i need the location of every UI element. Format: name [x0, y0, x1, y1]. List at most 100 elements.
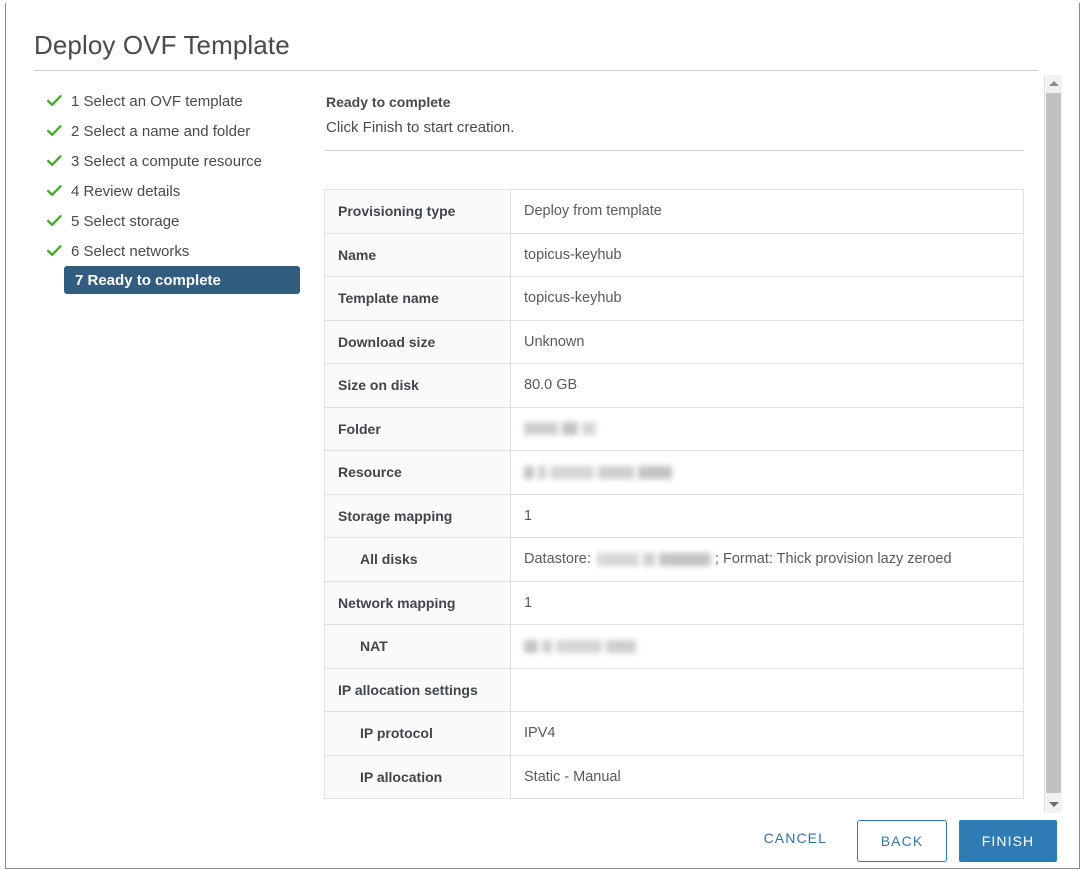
table-row: Download size Unknown: [324, 319, 1024, 364]
table-row: Size on disk 80.0 GB: [324, 363, 1024, 408]
row-value: 1: [510, 493, 1024, 538]
table-row: Template name topicus-keyhub: [324, 276, 1024, 321]
table-row: Folder: [324, 406, 1024, 451]
row-value: Unknown: [510, 319, 1024, 364]
cancel-button[interactable]: CANCEL: [748, 820, 843, 856]
row-value: 1: [510, 580, 1024, 625]
table-row: IP allocation Static - Manual: [324, 754, 1024, 799]
row-label: IP allocation: [324, 754, 511, 799]
row-label: IP protocol: [324, 711, 511, 756]
redacted-block: [538, 465, 546, 479]
table-row: NAT: [324, 624, 1024, 669]
row-label: Provisioning type: [324, 189, 511, 234]
sidebar-step-label: 7 Ready to complete: [75, 271, 221, 289]
row-label: IP allocation settings: [324, 667, 511, 712]
row-value-redacted: [510, 450, 1024, 495]
check-icon: [47, 95, 67, 107]
sidebar-step-label: 3 Select a compute resource: [71, 152, 262, 170]
row-value: topicus-keyhub: [510, 232, 1024, 277]
table-row: Storage mapping 1: [324, 493, 1024, 538]
content-scrollbar[interactable]: [1044, 75, 1062, 813]
row-value-redacted: [510, 624, 1024, 669]
dialog-header: Deploy OVF Template: [6, 3, 1079, 71]
sidebar-step-1-select-an-ovf-template[interactable]: 1 Select an OVF template: [39, 86, 309, 116]
content-divider: [324, 150, 1024, 151]
content-subheading: Click Finish to start creation.: [326, 119, 515, 136]
row-label: Template name: [324, 276, 511, 321]
sidebar-step-label: 1 Select an OVF template: [71, 92, 243, 110]
row-value: IPV4: [510, 711, 1024, 756]
redacted-block: [606, 639, 636, 653]
redacted-block: [524, 422, 558, 436]
redacted-block: [556, 639, 602, 653]
chevron-down-icon: [1048, 802, 1059, 807]
table-row: IP protocol IPV4: [324, 711, 1024, 756]
redacted-block: [542, 639, 552, 653]
check-icon: [47, 185, 67, 197]
table-row: Provisioning type Deploy from template: [324, 189, 1024, 234]
row-value: 80.0 GB: [510, 363, 1024, 408]
redacted-block: [596, 552, 639, 566]
row-value: Static - Manual: [510, 754, 1024, 799]
redacted-block: [642, 552, 655, 566]
table-row: IP allocation settings: [324, 667, 1024, 712]
redacted-block: [524, 639, 538, 653]
redacted-block: [658, 552, 711, 566]
summary-table-body: Provisioning type Deploy from template N…: [324, 189, 1024, 799]
row-label: NAT: [324, 624, 511, 669]
footer-button-group: CANCEL BACK FINISH: [748, 820, 1057, 862]
wizard-step-list: 1 Select an OVF template 2 Select a name…: [39, 86, 309, 294]
sidebar-step-3-select-a-compute-resource[interactable]: 3 Select a compute resource: [39, 146, 309, 176]
sidebar-step-7-ready-to-complete[interactable]: 7 Ready to complete: [64, 266, 300, 294]
sidebar-step-5-select-storage[interactable]: 5 Select storage: [39, 206, 309, 236]
dialog-footer: CANCEL BACK FINISH: [6, 810, 1079, 868]
table-row: Name topicus-keyhub: [324, 232, 1024, 277]
scroll-up-button[interactable]: [1045, 75, 1062, 92]
redacted-block: [524, 465, 534, 479]
row-label: Download size: [324, 319, 511, 364]
header-divider: [34, 70, 1038, 71]
row-label: Name: [324, 232, 511, 277]
scrollbar-thumb[interactable]: [1046, 93, 1061, 793]
finish-button[interactable]: FINISH: [959, 820, 1057, 862]
row-label: All disks: [324, 537, 511, 582]
wizard-content-pane: Ready to complete Click Finish to start …: [324, 79, 1042, 813]
deploy-ovf-template-dialog: Deploy OVF Template 1 Select an OVF temp…: [5, 3, 1080, 869]
row-value: [510, 667, 1024, 712]
back-button[interactable]: BACK: [857, 820, 947, 862]
content-heading: Ready to complete: [326, 94, 451, 110]
check-icon: [47, 245, 67, 257]
redacted-block: [598, 465, 634, 479]
row-value-redacted: Datastore: ; Format: Thick provision lazy…: [510, 537, 1024, 582]
row-value-suffix: ; Format: Thick provision lazy zeroed: [714, 551, 952, 568]
check-icon: [47, 215, 67, 227]
sidebar-step-4-review-details[interactable]: 4 Review details: [39, 176, 309, 206]
redacted-block: [582, 422, 596, 436]
sidebar-step-label: 6 Select networks: [71, 242, 190, 260]
row-value: topicus-keyhub: [510, 276, 1024, 321]
redacted-block: [562, 422, 578, 436]
row-value: Deploy from template: [510, 189, 1024, 234]
sidebar-step-6-select-networks[interactable]: 6 Select networks: [39, 236, 309, 266]
page-title: Deploy OVF Template: [34, 30, 290, 60]
table-row: Network mapping 1: [324, 580, 1024, 625]
table-row: All disks Datastore: ; Format: Thick prov…: [324, 537, 1024, 582]
check-icon: [47, 125, 67, 137]
row-label: Storage mapping: [324, 493, 511, 538]
check-icon: [47, 155, 67, 167]
sidebar-step-label: 2 Select a name and folder: [71, 122, 251, 140]
row-label: Network mapping: [324, 580, 511, 625]
redacted-block: [638, 465, 672, 479]
table-row: Resource: [324, 450, 1024, 495]
row-label: Size on disk: [324, 363, 511, 408]
deployment-summary-table: Provisioning type Deploy from template N…: [324, 189, 1024, 799]
row-value-prefix: Datastore:: [524, 551, 591, 568]
sidebar-step-2-select-a-name-and-folder[interactable]: 2 Select a name and folder: [39, 116, 309, 146]
row-value-redacted: [510, 406, 1024, 451]
chevron-up-icon: [1048, 81, 1059, 86]
row-label: Resource: [324, 450, 511, 495]
row-label: Folder: [324, 406, 511, 451]
sidebar-step-label: 5 Select storage: [71, 212, 180, 230]
sidebar-step-label: 4 Review details: [71, 182, 181, 200]
redacted-block: [550, 465, 594, 479]
